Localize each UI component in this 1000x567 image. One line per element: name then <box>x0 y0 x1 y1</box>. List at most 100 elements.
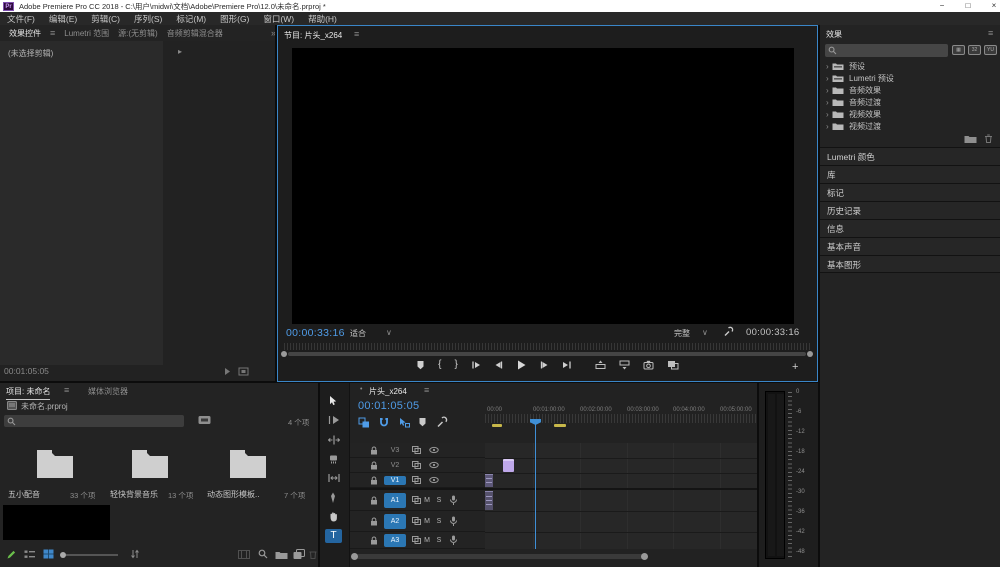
project-search-box[interactable] <box>4 415 184 427</box>
new-bin-button[interactable] <box>275 550 288 560</box>
snap-magnet-toggle-icon[interactable] <box>378 417 390 428</box>
lock-icon[interactable] <box>370 476 378 485</box>
track-header-v1[interactable]: V1 <box>350 473 485 488</box>
add-marker-button[interactable] <box>416 360 425 370</box>
selection-tool[interactable] <box>328 395 339 407</box>
bin-name[interactable]: 五小配音 <box>8 489 40 500</box>
solo-toggle[interactable]: S <box>433 537 445 544</box>
project-search-input[interactable] <box>19 415 184 427</box>
timeline-settings-wrench-icon[interactable] <box>436 416 448 428</box>
mark-in-button[interactable]: { <box>438 360 441 370</box>
list-view-button[interactable] <box>24 550 35 559</box>
mute-toggle[interactable]: M <box>421 518 433 525</box>
tab-program-monitor[interactable]: 节目: 片头_x264 <box>284 30 342 41</box>
scrollbar-handle-right[interactable] <box>641 553 648 560</box>
zoom-level-select[interactable]: 适合 <box>350 328 366 339</box>
automate-to-sequence-icon[interactable] <box>238 550 250 559</box>
program-current-timecode[interactable]: 00:00:33:16 <box>286 327 345 339</box>
menu-sequence[interactable]: 序列(S) <box>127 13 169 25</box>
menu-window[interactable]: 窗口(W) <box>256 13 301 25</box>
tab-audio-clip-mixer[interactable]: 音频剪辑混合器 <box>167 28 223 39</box>
track-output-eye-icon[interactable] <box>429 461 439 469</box>
extract-button[interactable] <box>619 360 630 370</box>
sequence-marker[interactable] <box>492 424 502 427</box>
track-select-forward-tool[interactable] <box>328 415 340 425</box>
tab-overflow-icon[interactable]: » <box>271 29 275 38</box>
play-button[interactable] <box>516 359 527 371</box>
yuv-effects-badge-icon[interactable]: YU <box>984 45 997 55</box>
lock-icon[interactable] <box>370 496 378 505</box>
effects-search-input[interactable] <box>840 44 948 57</box>
solo-toggle[interactable]: S <box>433 518 445 525</box>
play-only-icon[interactable] <box>224 367 234 376</box>
sync-lock-icon[interactable] <box>412 496 421 504</box>
voiceover-mic-icon[interactable] <box>449 495 458 506</box>
voiceover-mic-icon[interactable] <box>449 535 458 546</box>
lock-icon[interactable] <box>370 536 378 545</box>
thirtytwo-bit-effects-badge-icon[interactable]: 32 <box>968 45 981 55</box>
track-header-a1[interactable]: A1 M S <box>350 490 485 511</box>
track-label[interactable]: A1 <box>384 493 406 508</box>
slip-tool[interactable] <box>328 473 340 483</box>
new-custom-bin-icon[interactable] <box>964 134 977 144</box>
mark-out-button[interactable]: } <box>455 360 458 370</box>
project-file-name[interactable]: 未命名.prproj <box>21 401 68 412</box>
type-tool[interactable]: T <box>325 529 342 543</box>
project-writable-icon[interactable] <box>6 549 17 560</box>
video-clip-v1[interactable] <box>485 474 493 487</box>
lock-icon[interactable] <box>370 517 378 526</box>
hand-tool[interactable] <box>328 511 339 522</box>
audio-meter-bars[interactable] <box>765 391 785 559</box>
sequence-thumbnail[interactable] <box>3 505 110 540</box>
program-scrollbar[interactable] <box>288 352 806 356</box>
menu-clip[interactable]: 剪辑(C) <box>84 13 127 25</box>
track-header-a2[interactable]: A2 M S <box>350 511 485 532</box>
track-header-v2[interactable]: V2 <box>350 458 485 473</box>
bin-name[interactable]: 轻快背景音乐 <box>110 489 158 500</box>
audio-clip-a1[interactable] <box>485 491 493 510</box>
goto-out-button[interactable] <box>562 360 572 370</box>
track-label[interactable]: V1 <box>384 476 406 485</box>
new-item-button[interactable] <box>293 549 305 560</box>
zoom-fit-icon[interactable] <box>238 367 249 376</box>
panel-header-markers[interactable]: 标记 <box>820 183 1000 201</box>
scrollbar-handle-left[interactable] <box>351 553 358 560</box>
mute-toggle[interactable]: M <box>421 537 433 544</box>
panel-header-essential-graphics[interactable]: 基本图形 <box>820 255 1000 273</box>
linked-selection-toggle-icon[interactable] <box>398 417 410 428</box>
tab-project[interactable]: 项目: 未命名 <box>6 386 50 400</box>
tab-sequence[interactable]: 片头_x264 <box>369 386 407 397</box>
scrollbar-handle-right[interactable] <box>807 351 813 357</box>
effects-bin-lumetri-presets[interactable]: › Lumetri 预设 <box>820 72 1000 84</box>
tab-source-monitor[interactable]: 源:(无剪辑) <box>118 28 158 39</box>
step-forward-button[interactable] <box>540 360 549 370</box>
effects-bin-video-transitions[interactable]: › 视频过渡 <box>820 120 1000 132</box>
track-label[interactable]: A3 <box>384 534 406 547</box>
effects-bin-audio-effects[interactable]: › 音频效果 <box>820 84 1000 96</box>
collapse-arrow-icon[interactable]: ▸ <box>178 47 182 56</box>
minimize-button[interactable]: − <box>934 0 950 12</box>
sync-lock-icon[interactable] <box>412 476 421 484</box>
bin-folder-icon[interactable] <box>33 445 77 482</box>
panel-menu-icon[interactable]: ≡ <box>64 386 69 395</box>
voiceover-mic-icon[interactable] <box>449 516 458 527</box>
track-label[interactable]: A2 <box>384 514 406 529</box>
sync-lock-icon[interactable] <box>412 536 421 544</box>
sync-lock-icon[interactable] <box>412 461 421 469</box>
delete-icon[interactable] <box>983 133 994 144</box>
maximize-button[interactable]: □ <box>960 0 976 12</box>
tab-effect-controls[interactable]: 效果控件 <box>9 28 41 39</box>
razor-tool[interactable] <box>328 454 339 465</box>
settings-wrench-icon[interactable] <box>723 326 734 337</box>
menu-graphics[interactable]: 图形(G) <box>213 13 256 25</box>
bin-folder-icon[interactable] <box>226 445 270 482</box>
playhead-line[interactable] <box>535 423 536 549</box>
panel-menu-icon[interactable]: ≡ <box>988 29 993 38</box>
export-frame-button[interactable] <box>643 360 654 370</box>
menu-marker[interactable]: 标记(M) <box>169 13 213 25</box>
delete-button[interactable] <box>308 549 318 560</box>
panel-menu-icon[interactable]: ≡ <box>354 30 359 39</box>
timeline-timecode[interactable]: 00:01:05:05 <box>358 400 419 412</box>
lock-icon[interactable] <box>370 446 378 455</box>
comparison-view-button[interactable] <box>667 360 679 370</box>
